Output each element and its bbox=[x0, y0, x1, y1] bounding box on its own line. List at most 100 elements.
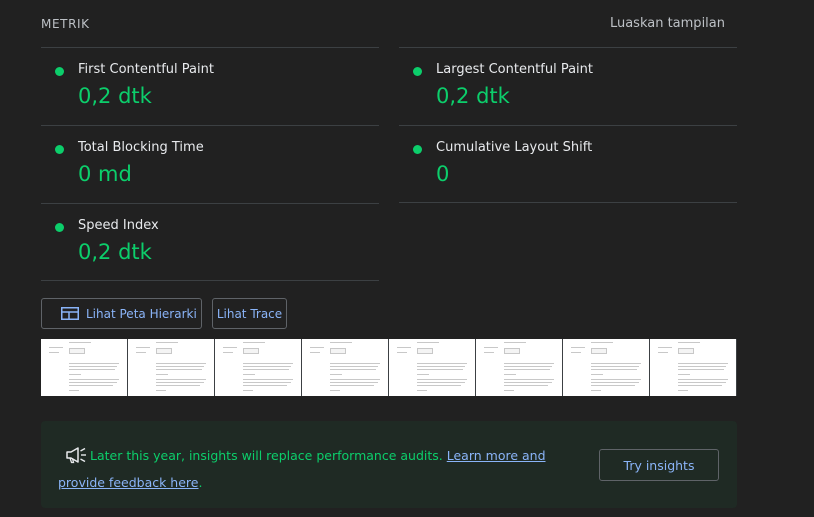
thumbnail-text-line bbox=[243, 366, 291, 367]
thumbnail-text-line bbox=[504, 390, 514, 391]
thumbnail-button-shape bbox=[69, 348, 85, 354]
thumbnail-button-shape bbox=[417, 348, 433, 354]
thumbnail-text-line bbox=[69, 390, 79, 391]
divider bbox=[41, 280, 379, 281]
pass-status-icon bbox=[413, 67, 422, 76]
thumbnail-text-line bbox=[243, 369, 289, 370]
thumbnail-text-line bbox=[330, 385, 374, 386]
try-insights-button[interactable]: Try insights bbox=[599, 449, 719, 481]
metric-total-blocking-time: Total Blocking Time 0 md bbox=[41, 125, 379, 202]
pass-status-icon bbox=[413, 145, 422, 154]
thumbnail-text-line bbox=[243, 363, 293, 364]
thumbnail-button-shape bbox=[678, 348, 694, 354]
performance-report: METRIK Luaskan tampilan First Contentful… bbox=[0, 0, 814, 517]
thumbnail-text-line bbox=[330, 390, 340, 391]
thumbnail-text-line bbox=[330, 382, 378, 383]
thumbnail-text-line bbox=[417, 363, 467, 364]
thumbnail-text-line bbox=[591, 369, 637, 370]
thumbnail-text-line bbox=[69, 366, 117, 367]
thumbnail-button-shape bbox=[591, 348, 607, 354]
metric-value: 0,2 dtk bbox=[78, 84, 152, 108]
thumbnail-text-line bbox=[591, 363, 641, 364]
thumbnail-text-line bbox=[678, 379, 728, 380]
thumbnail-text-line bbox=[591, 382, 639, 383]
thumbnail-text-line bbox=[417, 390, 427, 391]
thumbnail-text-line bbox=[156, 390, 166, 391]
thumbnail-text-line bbox=[69, 369, 115, 370]
thumbnail-text-line bbox=[417, 369, 463, 370]
metric-value: 0 md bbox=[78, 162, 132, 186]
thumbnail-text-line bbox=[591, 379, 641, 380]
filmstrip-frame bbox=[563, 339, 649, 396]
view-trace-button[interactable]: Lihat Trace bbox=[212, 298, 287, 329]
thumbnail-text-line bbox=[658, 352, 668, 353]
thumbnail-text-line bbox=[330, 342, 352, 343]
metric-label: Total Blocking Time bbox=[78, 140, 204, 155]
filmstrip-frame bbox=[128, 339, 214, 396]
thumbnail-text-line bbox=[49, 352, 59, 353]
thumbnail-text-line bbox=[156, 363, 206, 364]
thumbnail-text-line bbox=[591, 366, 639, 367]
thumbnail-text-line bbox=[69, 379, 119, 380]
divider bbox=[399, 202, 737, 203]
thumbnail-text-line bbox=[658, 347, 672, 348]
view-trace-label: Lihat Trace bbox=[216, 307, 283, 321]
thumbnail-text-line bbox=[156, 342, 178, 343]
thumbnail-text-line bbox=[417, 366, 465, 367]
thumbnail-text-line bbox=[591, 385, 635, 386]
thumbnail-text-line bbox=[156, 382, 204, 383]
thumbnail-text-line bbox=[678, 374, 690, 375]
thumbnail-button-shape bbox=[330, 348, 346, 354]
thumbnail-text-line bbox=[678, 366, 726, 367]
thumbnail-text-line bbox=[330, 374, 342, 375]
thumbnail-text-line bbox=[136, 347, 150, 348]
thumbnail-text-line bbox=[417, 385, 461, 386]
thumbnail-text-line bbox=[591, 374, 603, 375]
thumbnail-text-line bbox=[69, 342, 91, 343]
metric-label: Cumulative Layout Shift bbox=[436, 140, 593, 155]
thumbnail-button-shape bbox=[243, 348, 259, 354]
thumbnail-text-line bbox=[330, 366, 378, 367]
thumbnail-text-line bbox=[678, 369, 724, 370]
thumbnail-text-line bbox=[504, 369, 550, 370]
thumbnail-text-line bbox=[417, 342, 439, 343]
notice-message: Later this year, insights will replace p… bbox=[58, 442, 568, 496]
thumbnail-text-line bbox=[504, 374, 516, 375]
thumbnail-text-line bbox=[330, 363, 380, 364]
thumbnail-text-line bbox=[417, 382, 465, 383]
thumbnail-text-line bbox=[49, 347, 63, 348]
pass-status-icon bbox=[55, 145, 64, 154]
thumbnail-text-line bbox=[69, 374, 81, 375]
filmstrip-frame bbox=[389, 339, 475, 396]
metrics-header: METRIK Luaskan tampilan bbox=[41, 16, 725, 34]
thumbnail-text-line bbox=[678, 390, 688, 391]
metric-label: Speed Index bbox=[78, 218, 159, 233]
thumbnail-text-line bbox=[417, 374, 429, 375]
filmstrip-frame bbox=[41, 339, 127, 396]
thumbnail-text-line bbox=[504, 342, 526, 343]
thumbnail-text-line bbox=[591, 390, 601, 391]
thumbnail-text-line bbox=[504, 379, 554, 380]
thumbnail-text-line bbox=[571, 347, 585, 348]
thumbnail-text-line bbox=[504, 363, 554, 364]
thumbnail-text-line bbox=[504, 366, 552, 367]
thumbnail-text-line bbox=[417, 379, 467, 380]
thumbnail-text-line bbox=[156, 379, 206, 380]
pass-status-icon bbox=[55, 223, 64, 232]
metric-first-contentful-paint: First Contentful Paint 0,2 dtk bbox=[41, 47, 379, 124]
notice-suffix: . bbox=[198, 475, 203, 490]
thumbnail-text-line bbox=[243, 379, 293, 380]
thumbnail-text-line bbox=[156, 369, 202, 370]
thumbnail-button-shape bbox=[504, 348, 520, 354]
metric-label: First Contentful Paint bbox=[78, 62, 214, 77]
filmstrip-frame bbox=[650, 339, 736, 396]
view-treemap-button[interactable]: Lihat Peta Hierarki bbox=[41, 298, 202, 329]
filmstrip-frame bbox=[476, 339, 562, 396]
expand-view-toggle[interactable]: Luaskan tampilan bbox=[610, 16, 725, 31]
metric-largest-contentful-paint: Largest Contentful Paint 0,2 dtk bbox=[399, 47, 737, 124]
filmstrip bbox=[41, 339, 737, 396]
thumbnail-text-line bbox=[504, 382, 552, 383]
metric-speed-index: Speed Index 0,2 dtk bbox=[41, 203, 379, 280]
metrics-title: METRIK bbox=[41, 17, 90, 31]
thumbnail-text-line bbox=[243, 390, 253, 391]
